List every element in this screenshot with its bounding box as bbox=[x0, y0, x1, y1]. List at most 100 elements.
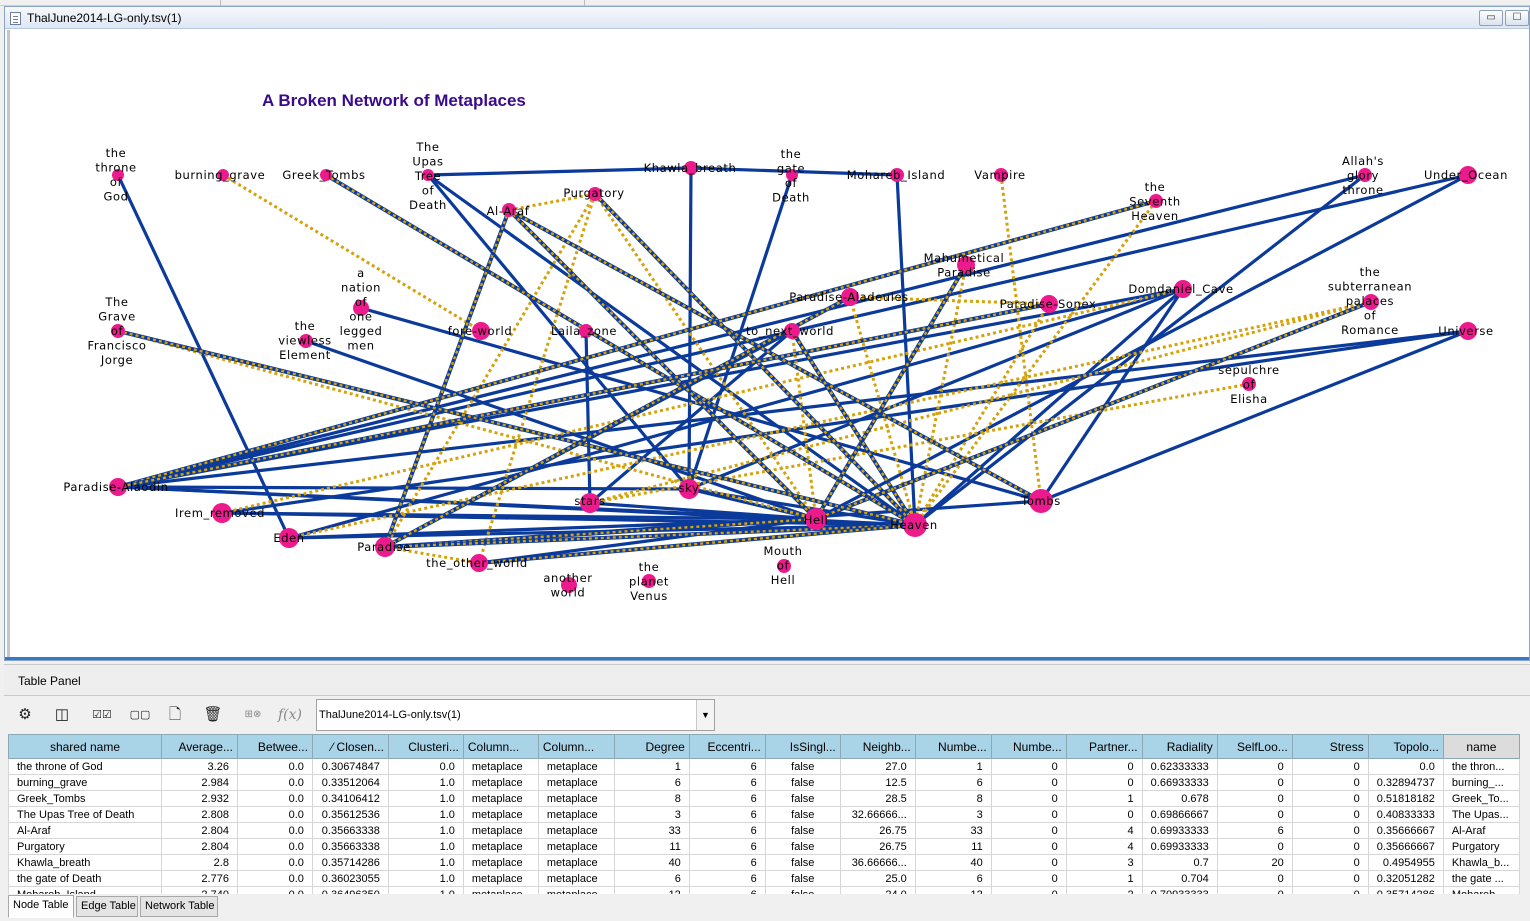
table-cell[interactable]: 0 bbox=[990, 774, 1067, 791]
node-label[interactable]: the subterranean palaces of Romance bbox=[1328, 265, 1412, 337]
table-row[interactable]: the throne of God 3.26 0.0 0.30674847 0.0 met… bbox=[8, 758, 1520, 775]
table-cell[interactable]: 0.35666667 bbox=[1367, 822, 1444, 839]
table-cell[interactable]: the gate of Death bbox=[8, 870, 162, 887]
table-cell[interactable]: 4 bbox=[1065, 822, 1143, 839]
table-cell[interactable]: 20 bbox=[1216, 854, 1293, 871]
table-cell[interactable]: 0 bbox=[990, 806, 1067, 823]
node-label-line[interactable]: Universe bbox=[1438, 324, 1493, 338]
table-cell[interactable]: Greek_Tombs bbox=[8, 790, 162, 807]
table-cell[interactable]: metaplace bbox=[537, 854, 615, 871]
table-cell[interactable]: Purgatory bbox=[1442, 838, 1520, 855]
new-column-icon[interactable]: 🗋 bbox=[164, 705, 186, 725]
node-table-grid[interactable]: shared name Average... Betwee... ⁄ Closen..… bbox=[8, 734, 1520, 894]
node-label-line[interactable]: Death bbox=[409, 198, 447, 212]
table-cell[interactable]: 0 bbox=[1216, 870, 1293, 887]
edge-line-mixed[interactable] bbox=[117, 199, 1157, 489]
table-cell[interactable]: 0.0 bbox=[236, 822, 313, 839]
node-label-line[interactable]: of bbox=[1364, 309, 1377, 323]
node-label[interactable]: the Seventh Heaven bbox=[1129, 180, 1181, 223]
table-cell[interactable]: 11 bbox=[914, 838, 992, 855]
table-cell[interactable]: 0.30674847 bbox=[311, 758, 389, 775]
node-label[interactable]: Universe bbox=[1438, 324, 1493, 338]
table-cell[interactable]: 1 bbox=[1065, 790, 1143, 807]
table-cell[interactable]: 0.0 bbox=[236, 838, 313, 855]
table-cell[interactable]: 0.0 bbox=[236, 790, 313, 807]
table-cell[interactable]: 12.5 bbox=[839, 774, 916, 791]
table-cell[interactable]: 0.678 bbox=[1141, 790, 1218, 807]
node-label-line[interactable]: of bbox=[777, 559, 790, 573]
table-cell[interactable]: false bbox=[764, 854, 841, 871]
node-label-line[interactable]: Tree bbox=[414, 169, 441, 183]
table-cell[interactable]: 0.69866667 bbox=[1141, 806, 1218, 823]
node-label-line[interactable]: Laila_zone bbox=[551, 324, 617, 338]
column-header[interactable]: Neighb... bbox=[839, 734, 916, 759]
table-cell[interactable]: 6 bbox=[688, 790, 766, 807]
table-cell[interactable]: 6 bbox=[613, 774, 690, 791]
node-label-line[interactable]: the bbox=[1145, 180, 1166, 194]
deselect-all-icon[interactable]: ▢▢ bbox=[126, 705, 154, 725]
table-cell[interactable]: 0.69933333 bbox=[1141, 838, 1218, 855]
node-label[interactable]: Irem_removed bbox=[175, 506, 265, 520]
table-cell[interactable]: 0.70933333 bbox=[1141, 886, 1218, 894]
node-label-line[interactable]: men bbox=[347, 339, 374, 353]
node-label-line[interactable]: fore-world bbox=[448, 324, 512, 338]
gear-icon[interactable]: ⚙ bbox=[14, 705, 36, 725]
table-cell[interactable]: 0.35663338 bbox=[311, 822, 389, 839]
table-cell[interactable]: false bbox=[764, 870, 841, 887]
table-cell[interactable]: 0.0 bbox=[387, 758, 464, 775]
node-label[interactable]: burning_grave bbox=[175, 168, 266, 182]
table-cell[interactable]: 0 bbox=[1291, 806, 1369, 823]
column-header[interactable]: Column... bbox=[462, 734, 539, 759]
node-label[interactable]: to_next_world bbox=[746, 324, 834, 338]
column-header[interactable]: Betwee... bbox=[236, 734, 313, 759]
tab-edge-table[interactable]: Edge Table bbox=[76, 896, 138, 917]
node-label[interactable]: Al-Araf bbox=[487, 204, 530, 218]
node-label-line[interactable]: Paradise bbox=[357, 540, 411, 554]
node-label[interactable]: Heaven bbox=[890, 518, 938, 532]
node-label-line[interactable]: nation bbox=[341, 281, 381, 295]
node-label-line[interactable]: God bbox=[103, 190, 128, 204]
table-cell[interactable]: 0 bbox=[1291, 790, 1369, 807]
table-cell[interactable]: 2.932 bbox=[160, 790, 238, 807]
table-cell[interactable]: Khawla_b... bbox=[1442, 854, 1520, 871]
node-label[interactable]: the viewless Element bbox=[278, 319, 332, 362]
node-label-line[interactable]: world bbox=[551, 586, 586, 600]
node-label-line[interactable]: Paradise-Alaodin bbox=[63, 480, 168, 494]
node-label-line[interactable]: Mahumetical bbox=[924, 251, 1005, 265]
node-label[interactable]: the gate of Death bbox=[772, 147, 810, 205]
table-cell[interactable]: metaplace bbox=[462, 870, 539, 887]
table-cell[interactable]: Khawla_breath bbox=[8, 854, 162, 871]
node-label[interactable]: sky bbox=[679, 481, 700, 495]
column-header[interactable]: ⁄ Closen... bbox=[311, 734, 389, 759]
table-cell[interactable]: 1 bbox=[914, 758, 992, 775]
table-row[interactable]: Khawla_breath 2.8 0.0 0.35714286 1.0 metaplac… bbox=[8, 854, 1520, 871]
table-cell[interactable]: metaplace bbox=[462, 822, 539, 839]
node-label-line[interactable]: of bbox=[111, 324, 124, 338]
table-cell[interactable]: metaplace bbox=[537, 838, 615, 855]
table-cell[interactable]: 6 bbox=[1216, 822, 1293, 839]
table-cell[interactable]: 0.0 bbox=[236, 774, 313, 791]
node-label-line[interactable]: Heaven bbox=[1131, 209, 1179, 223]
table-row[interactable]: The Upas Tree of Death 2.808 0.0 0.35612536… bbox=[8, 806, 1520, 823]
table-cell[interactable]: 0.35612536 bbox=[311, 806, 389, 823]
table-cell[interactable]: 0 bbox=[1216, 838, 1293, 855]
node-label-line[interactable]: throne bbox=[95, 161, 136, 175]
node-label-line[interactable]: Domdaniel_Cave bbox=[1128, 282, 1233, 296]
table-cell[interactable]: 0.62333333 bbox=[1141, 758, 1218, 775]
node-label[interactable]: Allah's glory throne bbox=[1342, 154, 1384, 197]
node-label-line[interactable]: Seventh bbox=[1129, 195, 1181, 209]
table-cell[interactable]: 6 bbox=[688, 806, 766, 823]
table-cell[interactable]: 0.66933333 bbox=[1141, 774, 1218, 791]
table-cell[interactable]: 2.740 bbox=[160, 886, 238, 894]
show-columns-icon[interactable]: ◫ bbox=[51, 705, 73, 725]
table-cell[interactable]: 0 bbox=[1291, 838, 1369, 855]
table-cell[interactable]: 33 bbox=[914, 822, 992, 839]
restore-button[interactable]: ▭ bbox=[1479, 10, 1503, 26]
node-label[interactable]: the throne of God bbox=[95, 146, 136, 204]
node-label-line[interactable]: Mohareb_Island bbox=[847, 168, 946, 182]
node-label-line[interactable]: Upas bbox=[412, 155, 443, 169]
table-cell[interactable]: 0.704 bbox=[1141, 870, 1218, 887]
node-label-line[interactable]: the bbox=[781, 147, 802, 161]
node-label-line[interactable]: Hell bbox=[771, 573, 796, 587]
edge-line-mixed[interactable] bbox=[383, 209, 511, 548]
